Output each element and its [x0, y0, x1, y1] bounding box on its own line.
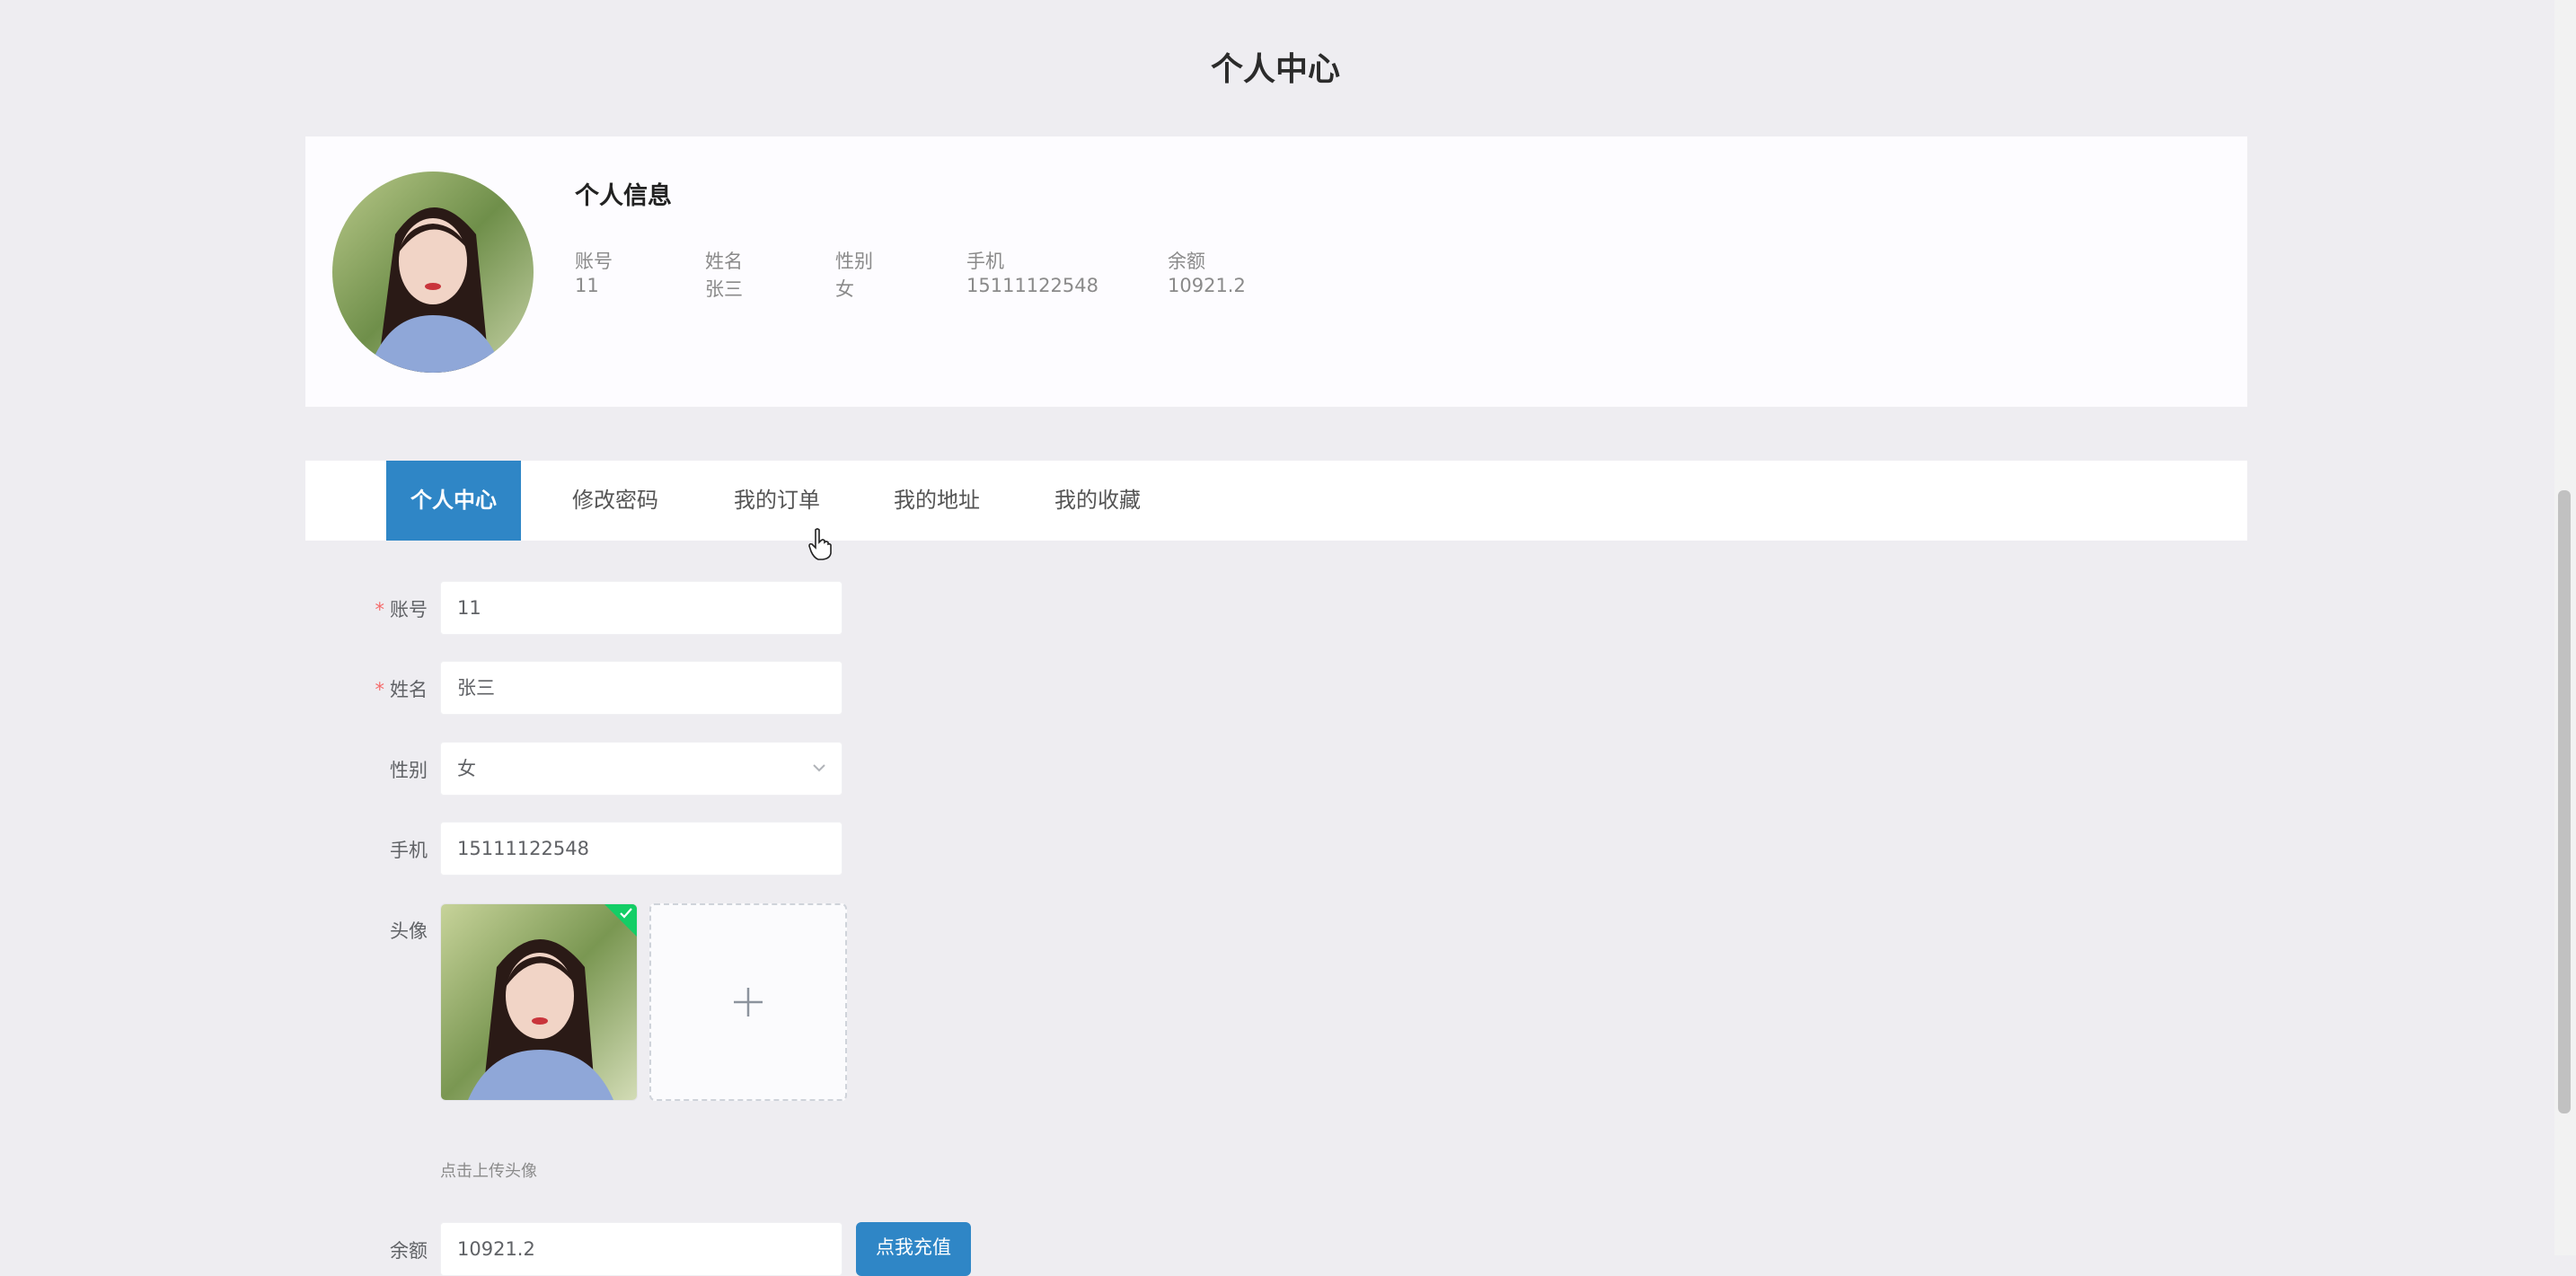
gender-select[interactable]: 女 — [440, 742, 842, 796]
info-label-balance: 余额 — [1168, 251, 1205, 272]
chevron-down-icon — [811, 743, 827, 814]
page-title: 个人中心 — [1210, 51, 1340, 88]
recharge-button[interactable]: 点我充值 — [856, 1222, 971, 1276]
account-label: * 账号 — [375, 599, 428, 620]
info-value-name: 张三 — [705, 278, 743, 300]
gender-select-value: 女 — [457, 758, 476, 779]
scrollbar-thumb[interactable] — [2558, 490, 2571, 1113]
avatar-label: 头像 — [390, 920, 428, 942]
info-label-name: 姓名 — [705, 251, 743, 272]
check-icon — [619, 906, 633, 923]
profile-avatar — [332, 172, 534, 373]
phone-input[interactable]: 15111122548 — [440, 822, 842, 876]
info-label-account: 账号 — [575, 251, 613, 272]
tab-change-password[interactable]: 修改密码 — [548, 461, 683, 541]
info-label-gender: 性别 — [835, 251, 873, 272]
tab-profile[interactable]: 个人中心 — [386, 461, 521, 541]
info-value-gender: 女 — [835, 278, 854, 300]
gender-label: 性别 — [390, 760, 428, 781]
name-label: * 姓名 — [375, 679, 428, 700]
phone-label: 手机 — [390, 840, 428, 861]
profile-heading: 个人信息 — [575, 182, 672, 210]
upload-hint: 点击上传头像 — [440, 1162, 537, 1181]
tab-my-favorites[interactable]: 我的收藏 — [1030, 461, 1165, 541]
avatar-upload-button[interactable] — [649, 903, 847, 1101]
info-value-account: 11 — [575, 275, 599, 296]
hand-pointer-icon — [808, 528, 832, 564]
name-input[interactable]: 张三 — [440, 661, 842, 715]
info-value-balance: 10921.2 — [1168, 275, 1246, 296]
info-value-phone: 15111122548 — [966, 275, 1098, 296]
account-input[interactable]: 11 — [440, 581, 842, 635]
avatar-thumbnail[interactable] — [440, 903, 638, 1101]
plus-icon — [730, 984, 766, 1024]
balance-label: 余额 — [390, 1240, 428, 1262]
tab-my-addresses[interactable]: 我的地址 — [869, 461, 1004, 541]
balance-input[interactable]: 10921.2 — [440, 1222, 842, 1276]
info-label-phone: 手机 — [966, 251, 1004, 272]
